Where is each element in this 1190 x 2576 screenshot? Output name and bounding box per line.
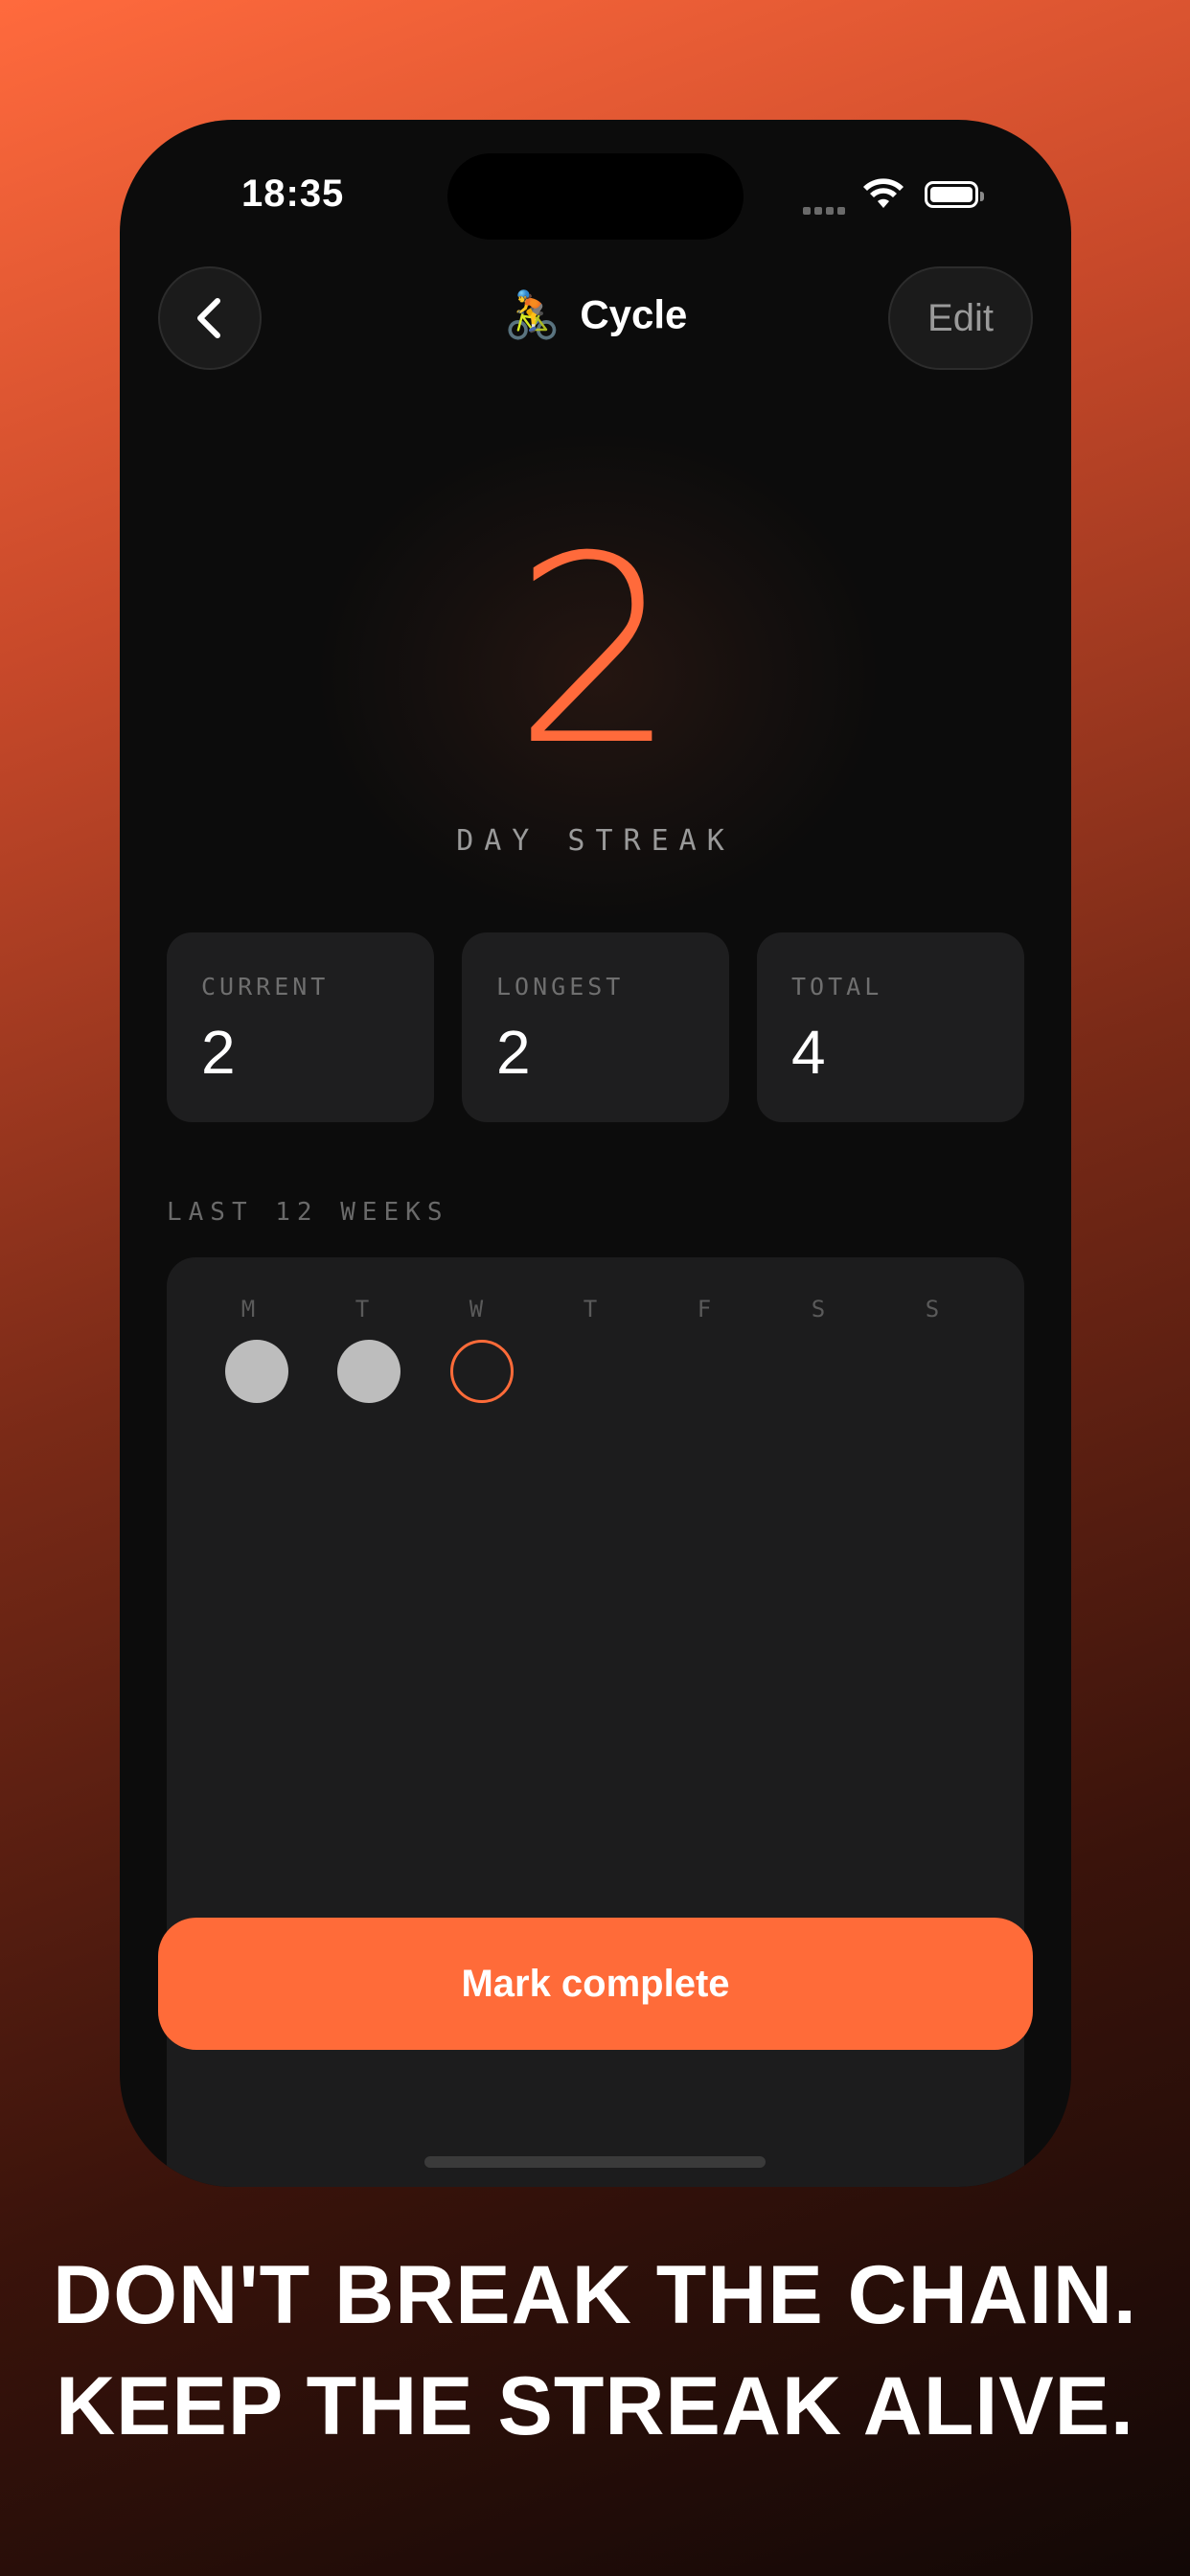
day-dot-today[interactable]: [450, 1340, 514, 1403]
mark-complete-button[interactable]: Mark complete: [158, 1918, 1033, 2050]
tagline-line-2: KEEP THE STREAK ALIVE.: [56, 2360, 1134, 2452]
stat-card-current: CURRENT 2: [167, 932, 434, 1122]
stat-label: TOTAL: [791, 973, 883, 1000]
stat-card-longest: LONGEST 2: [462, 932, 729, 1122]
day-header-sat: S: [811, 1296, 826, 1322]
stat-card-total: TOTAL 4: [757, 932, 1024, 1122]
home-indicator: [424, 2156, 766, 2168]
habit-title: Cycle: [580, 291, 688, 337]
day-header-tue: T: [355, 1296, 370, 1322]
stat-label: CURRENT: [201, 973, 330, 1000]
calendar-section-label: LAST 12 WEEKS: [167, 1198, 449, 1227]
day-header-thu: T: [583, 1296, 598, 1322]
battery-icon: [925, 181, 984, 208]
day-header-wed: W: [469, 1296, 484, 1322]
stat-value: 2: [201, 1018, 236, 1087]
phone-frame: 18:35 🚴 Cycle Edit 2 DAY STREAK CURRENT 2…: [120, 120, 1071, 2187]
day-header-mon: M: [240, 1296, 256, 1322]
stat-value: 4: [791, 1018, 826, 1087]
stat-value: 2: [496, 1018, 531, 1087]
day-header-sun: S: [925, 1296, 940, 1322]
status-time: 18:35: [241, 172, 345, 215]
day-header-fri: F: [697, 1296, 712, 1322]
streak-count: 2: [513, 500, 678, 802]
dynamic-island: [447, 153, 744, 240]
stat-label: LONGEST: [496, 973, 625, 1000]
tagline-line-1: DON'T BREAK THE CHAIN.: [53, 2249, 1137, 2341]
streak-label: DAY STREAK: [456, 824, 735, 858]
wifi-icon: [863, 178, 904, 208]
cellular-signal-icon: [803, 202, 851, 215]
day-dot-done[interactable]: [337, 1340, 400, 1403]
edit-button[interactable]: Edit: [888, 266, 1033, 370]
day-dot-done[interactable]: [225, 1340, 288, 1403]
cyclist-emoji-icon: 🚴: [503, 290, 561, 341]
